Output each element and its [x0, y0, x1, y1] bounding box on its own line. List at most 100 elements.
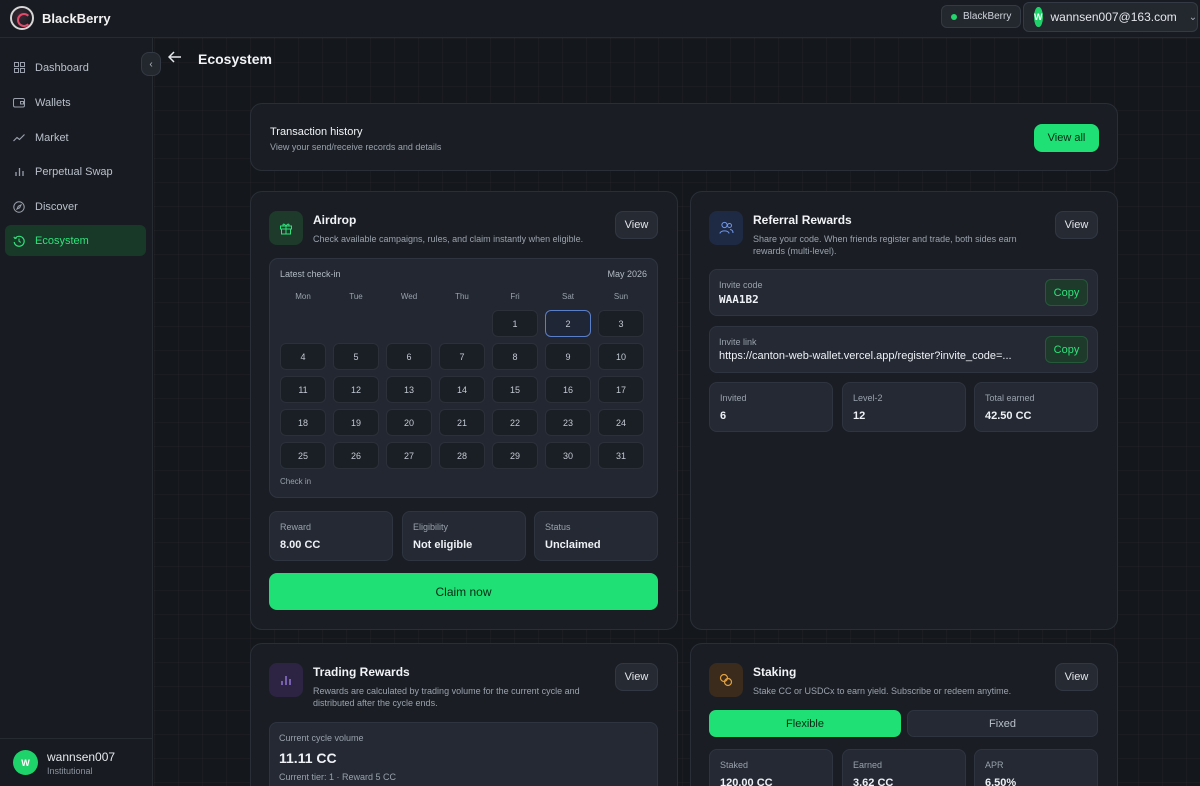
calendar-day[interactable]: 13 — [386, 376, 432, 403]
invite-link-value: https://canton-web-wallet.vercel.app/reg… — [719, 350, 1012, 362]
sidebar-item-label: Discover — [35, 200, 78, 213]
calendar-day[interactable]: 29 — [492, 442, 538, 469]
weekday-label: Sun — [613, 292, 629, 301]
trading-rewards-subtitle: Rewards are calculated by trading volume… — [313, 686, 580, 708]
sidebar-item-market[interactable]: Market — [5, 122, 146, 153]
cycle-volume-box: Current cycle volume 11.11 CC Current ti… — [269, 722, 658, 786]
total-earned-label: Total earned — [985, 393, 1035, 403]
calendar-day[interactable]: 22 — [492, 409, 538, 436]
calendar-day[interactable]: 6 — [386, 343, 432, 370]
calendar-label: Latest check-in — [280, 269, 341, 279]
invite-link-label: Invite link — [719, 337, 757, 347]
airdrop-view-button[interactable]: View — [615, 211, 658, 239]
calendar-day[interactable]: 2 — [545, 310, 591, 337]
trading-rewards-card: Trading Rewards Rewards are calculated b… — [250, 643, 678, 786]
calendar-day[interactable]: 17 — [598, 376, 644, 403]
airdrop-title: Airdrop — [313, 213, 357, 227]
weekday-label: Tue — [349, 292, 363, 301]
calendar-day[interactable]: 24 — [598, 409, 644, 436]
network-label: BlackBerry — [963, 11, 1012, 22]
users-icon — [709, 211, 743, 245]
calendar-day[interactable]: 20 — [386, 409, 432, 436]
brand-logo[interactable]: BlackBerry — [10, 6, 111, 30]
reward-label: Reward — [280, 522, 312, 532]
calendar-day[interactable]: 11 — [280, 376, 326, 403]
sidebar-user[interactable]: W wannsen007 Institutional — [0, 738, 153, 786]
status-dot-icon — [951, 13, 957, 20]
invite-link-field: Invite link https://canton-web-wallet.ve… — [709, 326, 1098, 373]
calendar-day[interactable]: 4 — [280, 343, 326, 370]
eligibility-value: Not eligible — [413, 539, 473, 551]
cycle-volume-label: Current cycle volume — [279, 733, 364, 743]
trading-view-button[interactable]: View — [615, 663, 658, 691]
weekday-label: Thu — [455, 292, 469, 301]
calendar-day[interactable]: 19 — [333, 409, 379, 436]
calendar-day[interactable]: 14 — [439, 376, 485, 403]
calendar-day[interactable]: 7 — [439, 343, 485, 370]
calendar-day[interactable]: 26 — [333, 442, 379, 469]
avatar: W — [1034, 7, 1043, 27]
sidebar-item-discover[interactable]: Discover — [5, 191, 146, 222]
calendar-day[interactable]: 18 — [280, 409, 326, 436]
coins-icon — [709, 663, 743, 697]
brand-name: BlackBerry — [42, 10, 111, 26]
sidebar-item-label: Ecosystem — [35, 234, 89, 247]
calendar-day[interactable]: 15 — [492, 376, 538, 403]
sidebar-item-perpetual-swap[interactable]: Perpetual Swap — [5, 156, 146, 187]
calendar-day[interactable]: 9 — [545, 343, 591, 370]
transaction-history-card: Transaction history View your send/recei… — [250, 103, 1118, 171]
calendar-day[interactable]: 25 — [280, 442, 326, 469]
staking-view-button[interactable]: View — [1055, 663, 1098, 691]
calendar-day[interactable]: 23 — [545, 409, 591, 436]
reward-stat: Reward 8.00 CC — [269, 511, 393, 561]
tab-fixed[interactable]: Fixed — [907, 710, 1098, 737]
sidebar-item-ecosystem[interactable]: Ecosystem — [5, 225, 146, 256]
sidebar-item-wallets[interactable]: Wallets — [5, 87, 146, 118]
staking-card: Staking Stake CC or USDCx to earn yield.… — [690, 643, 1118, 786]
sidebar-item-label: Wallets — [35, 96, 71, 109]
status-value: Unclaimed — [545, 539, 601, 551]
calendar-day[interactable]: 28 — [439, 442, 485, 469]
top-bar: BlackBerry BlackBerry W wannsen007@163.c… — [0, 0, 1200, 38]
main-content: Ecosystem Transaction history View your … — [154, 38, 1200, 786]
calendar-day[interactable]: 3 — [598, 310, 644, 337]
transaction-history-subtitle: View your send/receive records and detai… — [270, 142, 442, 152]
user-name: wannsen007 — [47, 749, 116, 764]
referral-view-button[interactable]: View — [1055, 211, 1098, 239]
invited-value: 6 — [720, 410, 727, 422]
airdrop-card: Airdrop Check available campaigns, rules… — [250, 191, 678, 630]
history-icon — [13, 235, 25, 247]
calendar-day[interactable]: 5 — [333, 343, 379, 370]
sidebar-item-dashboard[interactable]: Dashboard — [5, 52, 146, 83]
invite-code-label: Invite code — [719, 280, 763, 290]
level2-label: Level-2 — [853, 393, 883, 403]
logo-icon — [10, 6, 34, 30]
calendar-day[interactable]: 8 — [492, 343, 538, 370]
tab-flexible[interactable]: Flexible — [709, 710, 901, 737]
calendar-day[interactable]: 1 — [492, 310, 538, 337]
bar-chart-icon — [13, 166, 25, 178]
copy-invite-code-button[interactable]: Copy — [1045, 279, 1088, 306]
calendar-month: May 2026 — [607, 269, 647, 279]
status-stat: Status Unclaimed — [534, 511, 658, 561]
claim-now-button[interactable]: Claim now — [269, 573, 658, 610]
view-all-button[interactable]: View all — [1034, 124, 1099, 152]
calendar-day[interactable]: 10 — [598, 343, 644, 370]
calendar-day[interactable]: 30 — [545, 442, 591, 469]
calendar-day[interactable]: 21 — [439, 409, 485, 436]
calendar-day[interactable]: 31 — [598, 442, 644, 469]
calendar-day[interactable]: 16 — [545, 376, 591, 403]
account-menu[interactable]: W wannsen007@163.com ⌄ — [1023, 2, 1198, 32]
weekday-label: Sat — [561, 292, 574, 301]
user-role: Institutional — [47, 765, 93, 776]
calendar-day[interactable]: 27 — [386, 442, 432, 469]
back-arrow-icon[interactable] — [167, 50, 182, 67]
compass-icon — [13, 200, 25, 213]
invited-stat: Invited 6 — [709, 382, 833, 432]
sidebar-item-label: Perpetual Swap — [35, 165, 113, 178]
trading-rewards-title: Trading Rewards — [313, 665, 410, 679]
calendar-day[interactable]: 12 — [333, 376, 379, 403]
copy-invite-link-button[interactable]: Copy — [1045, 336, 1088, 363]
collapse-sidebar-button[interactable]: ‹ — [141, 52, 161, 76]
network-selector[interactable]: BlackBerry — [941, 5, 1022, 28]
